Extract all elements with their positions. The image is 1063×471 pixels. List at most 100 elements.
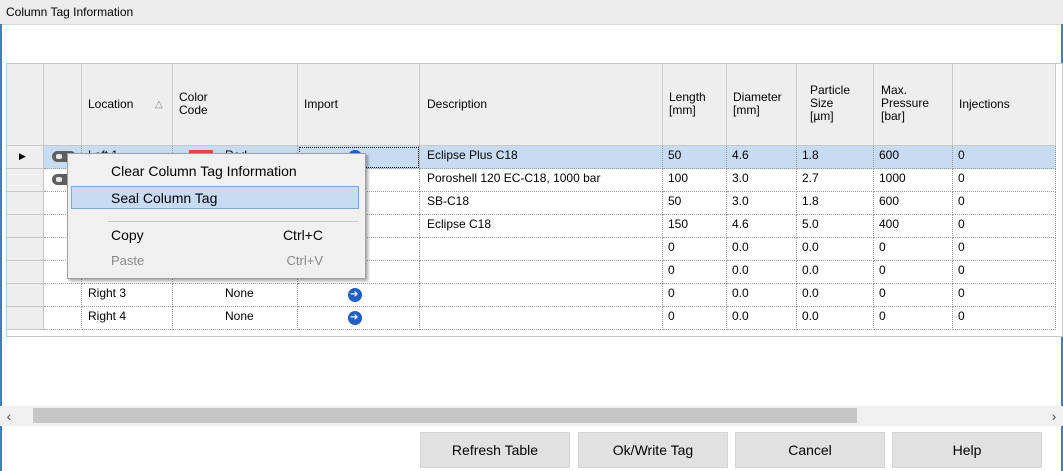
menu-item-seal-column-tag[interactable]: Seal Column Tag [71, 186, 359, 209]
header-import[interactable]: Import [298, 64, 420, 146]
arrow-right-circle-icon[interactable] [348, 288, 362, 302]
row-header[interactable]: ▶ [7, 146, 44, 169]
injections-cell[interactable]: 0 [953, 284, 1056, 307]
tag-cell[interactable] [44, 307, 82, 330]
diameter-cell[interactable]: 3.0 [727, 169, 797, 192]
import-cell[interactable] [298, 284, 420, 307]
header-length-line2: [mm] [669, 103, 696, 117]
header-description[interactable]: Description [420, 64, 663, 146]
description-cell[interactable]: Eclipse Plus C18 [420, 146, 663, 169]
arrow-right-circle-icon[interactable] [348, 311, 362, 325]
max-pressure-cell[interactable]: 0 [874, 307, 953, 330]
header-location[interactable]: Location △ [82, 64, 173, 146]
description-cell[interactable]: SB-C18 [420, 192, 663, 215]
sort-ascending-icon: △ [155, 99, 163, 110]
max-pressure-cell[interactable]: 600 [874, 146, 953, 169]
injections-cell[interactable]: 0 [953, 238, 1056, 261]
cancel-button[interactable]: Cancel [735, 432, 885, 468]
header-particle-size[interactable]: Particle Size [µm] [797, 64, 874, 146]
scroll-left-icon[interactable]: ‹ [0, 407, 18, 425]
menu-item-copy[interactable]: Copy Ctrl+C [71, 224, 359, 247]
description-cell[interactable]: Poroshell 120 EC-C18, 1000 bar [420, 169, 663, 192]
row-header[interactable] [7, 192, 44, 215]
header-tag-column[interactable] [44, 64, 82, 146]
particle-size-cell[interactable]: 5.0 [797, 215, 874, 238]
menu-item-clear-column-tag[interactable]: Clear Column Tag Information [71, 160, 359, 183]
length-cell[interactable]: 100 [663, 169, 727, 192]
description-cell[interactable] [420, 261, 663, 284]
injections-cell[interactable]: 0 [953, 215, 1056, 238]
particle-size-cell[interactable]: 0.0 [797, 238, 874, 261]
header-max-pressure[interactable]: Max. Pressure [bar] [874, 64, 953, 146]
particle-size-cell[interactable]: 0.0 [797, 261, 874, 284]
triangle-right-icon: ▶ [19, 151, 26, 161]
row-header[interactable] [7, 261, 44, 284]
row-header[interactable] [7, 284, 44, 307]
description-cell[interactable] [420, 284, 663, 307]
header-injections[interactable]: Injections [953, 64, 1056, 146]
color-code-cell[interactable]: None [173, 307, 298, 330]
context-menu: Clear Column Tag Information Seal Column… [67, 153, 366, 279]
particle-size-cell[interactable]: 0.0 [797, 284, 874, 307]
header-color-code[interactable]: Color Code [173, 64, 298, 146]
scrollbar-thumb[interactable] [33, 408, 857, 423]
menu-item-shortcut: Ctrl+C [282, 227, 323, 243]
location-cell[interactable]: Right 3 [82, 284, 173, 307]
help-button[interactable]: Help [892, 432, 1042, 468]
row-header[interactable] [7, 238, 44, 261]
header-particle-line3: [µm] [810, 109, 834, 123]
scroll-right-icon[interactable]: › [1045, 407, 1063, 425]
menu-item-shortcut: Ctrl+V [286, 253, 323, 268]
header-length[interactable]: Length [mm] [663, 64, 727, 146]
length-cell[interactable]: 0 [663, 261, 727, 284]
length-cell[interactable]: 50 [663, 192, 727, 215]
header-diameter[interactable]: Diameter [mm] [727, 64, 797, 146]
row-header[interactable] [7, 215, 44, 238]
window-left-edge [0, 24, 2, 471]
menu-item-label: Clear Column Tag Information [111, 163, 297, 179]
injections-cell[interactable]: 0 [953, 146, 1056, 169]
header-injections-label: Injections [959, 97, 1010, 111]
refresh-table-button[interactable]: Refresh Table [420, 432, 570, 468]
particle-size-cell[interactable]: 1.8 [797, 146, 874, 169]
row-header[interactable] [7, 169, 44, 192]
import-cell[interactable] [298, 307, 420, 330]
description-cell[interactable]: Eclipse C18 [420, 215, 663, 238]
description-cell[interactable] [420, 307, 663, 330]
particle-size-cell[interactable]: 0.0 [797, 307, 874, 330]
table-row[interactable]: Right 3 None 0 0.0 0.0 0 0 [7, 284, 1056, 307]
max-pressure-cell[interactable]: 600 [874, 192, 953, 215]
length-cell[interactable]: 0 [663, 238, 727, 261]
max-pressure-cell[interactable]: 0 [874, 284, 953, 307]
color-code-cell[interactable]: None [173, 284, 298, 307]
max-pressure-cell[interactable]: 0 [874, 238, 953, 261]
max-pressure-cell[interactable]: 1000 [874, 169, 953, 192]
row-header[interactable] [7, 307, 44, 330]
diameter-cell[interactable]: 0.0 [727, 284, 797, 307]
tag-cell[interactable] [44, 284, 82, 307]
diameter-cell[interactable]: 0.0 [727, 261, 797, 284]
location-cell[interactable]: Right 4 [82, 307, 173, 330]
ok-write-tag-button[interactable]: Ok/Write Tag [578, 432, 728, 468]
injections-cell[interactable]: 0 [953, 192, 1056, 215]
header-color-code-line2: Code [179, 103, 208, 117]
injections-cell[interactable]: 0 [953, 261, 1056, 284]
length-cell[interactable]: 150 [663, 215, 727, 238]
table-row[interactable]: Right 4 None 0 0.0 0.0 0 0 [7, 307, 1056, 330]
max-pressure-cell[interactable]: 0 [874, 261, 953, 284]
diameter-cell[interactable]: 0.0 [727, 238, 797, 261]
diameter-cell[interactable]: 3.0 [727, 192, 797, 215]
particle-size-cell[interactable]: 2.7 [797, 169, 874, 192]
horizontal-scrollbar[interactable]: ‹ › [0, 406, 1063, 426]
length-cell[interactable]: 0 [663, 284, 727, 307]
particle-size-cell[interactable]: 1.8 [797, 192, 874, 215]
length-cell[interactable]: 50 [663, 146, 727, 169]
diameter-cell[interactable]: 4.6 [727, 146, 797, 169]
length-cell[interactable]: 0 [663, 307, 727, 330]
injections-cell[interactable]: 0 [953, 169, 1056, 192]
diameter-cell[interactable]: 4.6 [727, 215, 797, 238]
injections-cell[interactable]: 0 [953, 307, 1056, 330]
max-pressure-cell[interactable]: 400 [874, 215, 953, 238]
diameter-cell[interactable]: 0.0 [727, 307, 797, 330]
description-cell[interactable] [420, 238, 663, 261]
